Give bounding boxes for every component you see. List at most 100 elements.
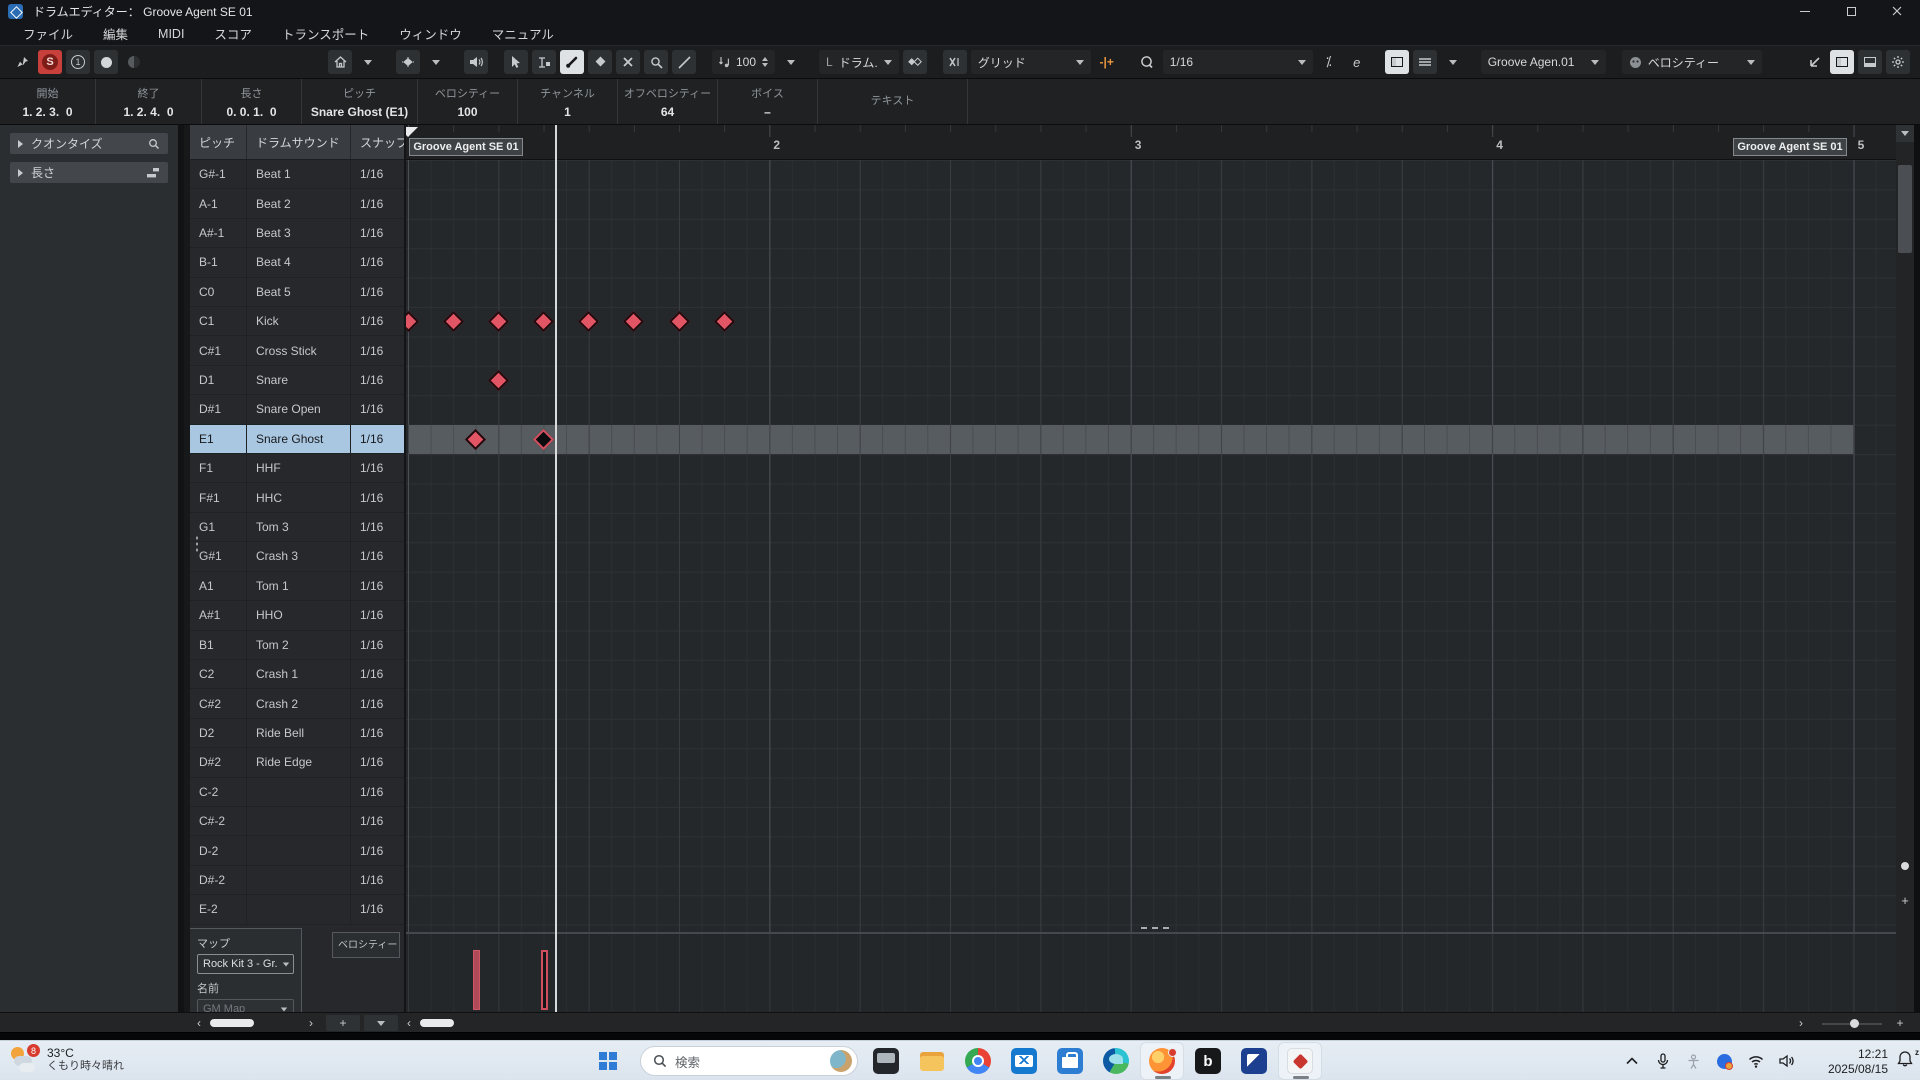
- quantize-section[interactable]: クオンタイズ: [10, 133, 168, 154]
- column-snap[interactable]: スナップ: [351, 125, 404, 159]
- drum-row[interactable]: D#2 Ride Edge 1/16: [190, 748, 404, 778]
- length-quantize-field[interactable]: L ドラム.: [819, 50, 899, 74]
- drum-row[interactable]: D2 Ride Bell 1/16: [190, 718, 404, 749]
- microphone-tray-button[interactable]: [1647, 1042, 1678, 1080]
- drum-row[interactable]: G1 Tom 3 1/16: [190, 512, 404, 543]
- drum-note[interactable]: [623, 311, 645, 333]
- setup-button[interactable]: [1886, 50, 1910, 74]
- drum-row[interactable]: C2 Crash 1 1/16: [190, 659, 404, 690]
- drum-row[interactable]: C#2 Crash 2 1/16: [190, 689, 404, 719]
- note-grid[interactable]: [406, 160, 1896, 932]
- length-section[interactable]: 長さ: [10, 162, 168, 183]
- quantize-preset-dropdown[interactable]: 1/16: [1162, 50, 1313, 74]
- info-field[interactable]: チャンネル 1: [518, 79, 618, 124]
- tuplet-button[interactable]: ⁒: [1317, 50, 1341, 74]
- object-edit-tool[interactable]: [532, 50, 556, 74]
- start-button[interactable]: [588, 1041, 628, 1080]
- hzoom-thumb[interactable]: [1850, 1019, 1859, 1028]
- notification-bell[interactable]: z: [1896, 1048, 1919, 1072]
- b-app-taskbar-button[interactable]: b: [1186, 1042, 1230, 1080]
- hscroll-right[interactable]: ›: [1794, 1015, 1808, 1031]
- drum-row[interactable]: A1 Tom 1 1/16: [190, 571, 404, 602]
- info-field[interactable]: テキスト: [818, 79, 968, 124]
- zoom-tool[interactable]: [644, 50, 668, 74]
- drum-row[interactable]: E-2 1/16: [190, 895, 404, 925]
- pin-button[interactable]: [10, 50, 34, 74]
- drum-row[interactable]: D1 Snare 1/16: [190, 365, 404, 396]
- line-tool[interactable]: [672, 50, 696, 74]
- menu-item[interactable]: ウィンドウ: [384, 22, 477, 45]
- insert-velocity-caret[interactable]: [779, 50, 803, 74]
- drum-row[interactable]: C-2 1/16: [190, 777, 404, 807]
- outlook-mail-taskbar-button[interactable]: [1002, 1042, 1046, 1080]
- ruler-options-button[interactable]: [1896, 125, 1914, 142]
- vertical-scrollbar[interactable]: +: [1896, 125, 1914, 1012]
- menu-item[interactable]: MIDI: [143, 22, 199, 45]
- velocity-bar[interactable]: [472, 950, 480, 1010]
- chrome-taskbar-button[interactable]: [956, 1042, 1000, 1080]
- controller-lane-dropdown[interactable]: ベロシティー: [1621, 50, 1762, 74]
- drum-row[interactable]: E1 Snare Ghost 1/16: [190, 424, 404, 455]
- acoustic-feedback-button[interactable]: [122, 50, 146, 74]
- drum-note[interactable]: [532, 311, 555, 333]
- auto-scroll-caret[interactable]: [424, 50, 448, 74]
- hzoom-plus[interactable]: +: [1892, 1015, 1908, 1031]
- menu-item[interactable]: マニュアル: [477, 22, 569, 45]
- drum-note[interactable]: [442, 311, 464, 333]
- menu-item[interactable]: ファイル: [8, 22, 88, 45]
- drum-row[interactable]: D#-2 1/16: [190, 865, 404, 896]
- hscroll-thumb[interactable]: [420, 1019, 454, 1027]
- drum-row[interactable]: D-2 1/16: [190, 836, 404, 866]
- grid-type-dropdown[interactable]: グリッド: [970, 50, 1091, 74]
- drum-row[interactable]: A#1 HHO 1/16: [190, 601, 404, 631]
- drum-note[interactable]: [487, 370, 509, 392]
- quantize-icon-button[interactable]: [1135, 50, 1159, 74]
- add-lane-button[interactable]: +: [326, 1015, 360, 1031]
- edge-taskbar-button[interactable]: [1094, 1042, 1138, 1080]
- drum-row[interactable]: C0 Beat 5 1/16: [190, 277, 404, 308]
- open-in-lower-zone-button[interactable]: [1802, 50, 1826, 74]
- lane-divider-handle[interactable]: [1141, 927, 1169, 929]
- part-borders-button[interactable]: [1384, 50, 1409, 74]
- minimize-button[interactable]: [1782, 0, 1828, 22]
- info-field[interactable]: ボイス –: [718, 79, 818, 124]
- drumstick-tool[interactable]: [560, 50, 584, 74]
- hscroll-left[interactable]: ‹: [402, 1015, 416, 1031]
- auto-scroll-button[interactable]: [396, 50, 420, 74]
- menu-item[interactable]: トランスポート: [267, 22, 384, 45]
- drum-map-dropdown[interactable]: Rock Kit 3 - Gr.: [197, 954, 294, 974]
- drum-row[interactable]: C1 Kick 1/16: [190, 307, 404, 337]
- drum-row[interactable]: F#1 HHC 1/16: [190, 483, 404, 513]
- microsoft-store-taskbar-button[interactable]: [1048, 1042, 1092, 1080]
- tray-overflow-button[interactable]: [1616, 1042, 1647, 1080]
- list-resize-grip[interactable]: [195, 535, 199, 553]
- search-box[interactable]: 検索: [640, 1046, 858, 1076]
- drum-row[interactable]: C#1 Cross Stick 1/16: [190, 336, 404, 366]
- drum-note[interactable]: [406, 311, 419, 333]
- menu-item[interactable]: 編集: [88, 22, 143, 45]
- wifi-tray-button[interactable]: [1740, 1042, 1771, 1080]
- object-selection-tool[interactable]: [504, 50, 528, 74]
- drum-row[interactable]: A#-1 Beat 3 1/16: [190, 218, 404, 249]
- left-zone-toggle[interactable]: [1830, 50, 1854, 74]
- velocity-lane[interactable]: [406, 932, 1896, 1012]
- part-list-caret[interactable]: [1441, 50, 1465, 74]
- blue-app-taskbar-button[interactable]: [1232, 1042, 1276, 1080]
- drum-note[interactable]: [487, 311, 509, 333]
- velocity-bar[interactable]: [540, 950, 548, 1010]
- cubase-taskbar-button[interactable]: [1278, 1042, 1322, 1080]
- dark-app-taskbar-button[interactable]: [864, 1042, 908, 1080]
- mute-tool[interactable]: [616, 50, 640, 74]
- weather-widget[interactable]: 8 33°C くもり時々晴れ: [10, 1044, 124, 1074]
- drum-row[interactable]: C#-2 1/16: [190, 806, 404, 837]
- vscroll-thumb[interactable]: [1898, 165, 1912, 253]
- maximize-button[interactable]: [1828, 0, 1874, 22]
- browser-tray-button[interactable]: [1709, 1042, 1740, 1080]
- info-field[interactable]: 長さ 0. 0. 1. 0: [202, 79, 302, 124]
- drum-row[interactable]: B-1 Beat 4 1/16: [190, 248, 404, 278]
- part-list-button[interactable]: [1412, 50, 1437, 74]
- step-input-button[interactable]: 1: [66, 50, 90, 74]
- window-layout-caret[interactable]: [356, 50, 380, 74]
- accessibility-tray-button[interactable]: [1678, 1042, 1709, 1080]
- part-dropdown[interactable]: Groove Agen.01: [1480, 50, 1606, 74]
